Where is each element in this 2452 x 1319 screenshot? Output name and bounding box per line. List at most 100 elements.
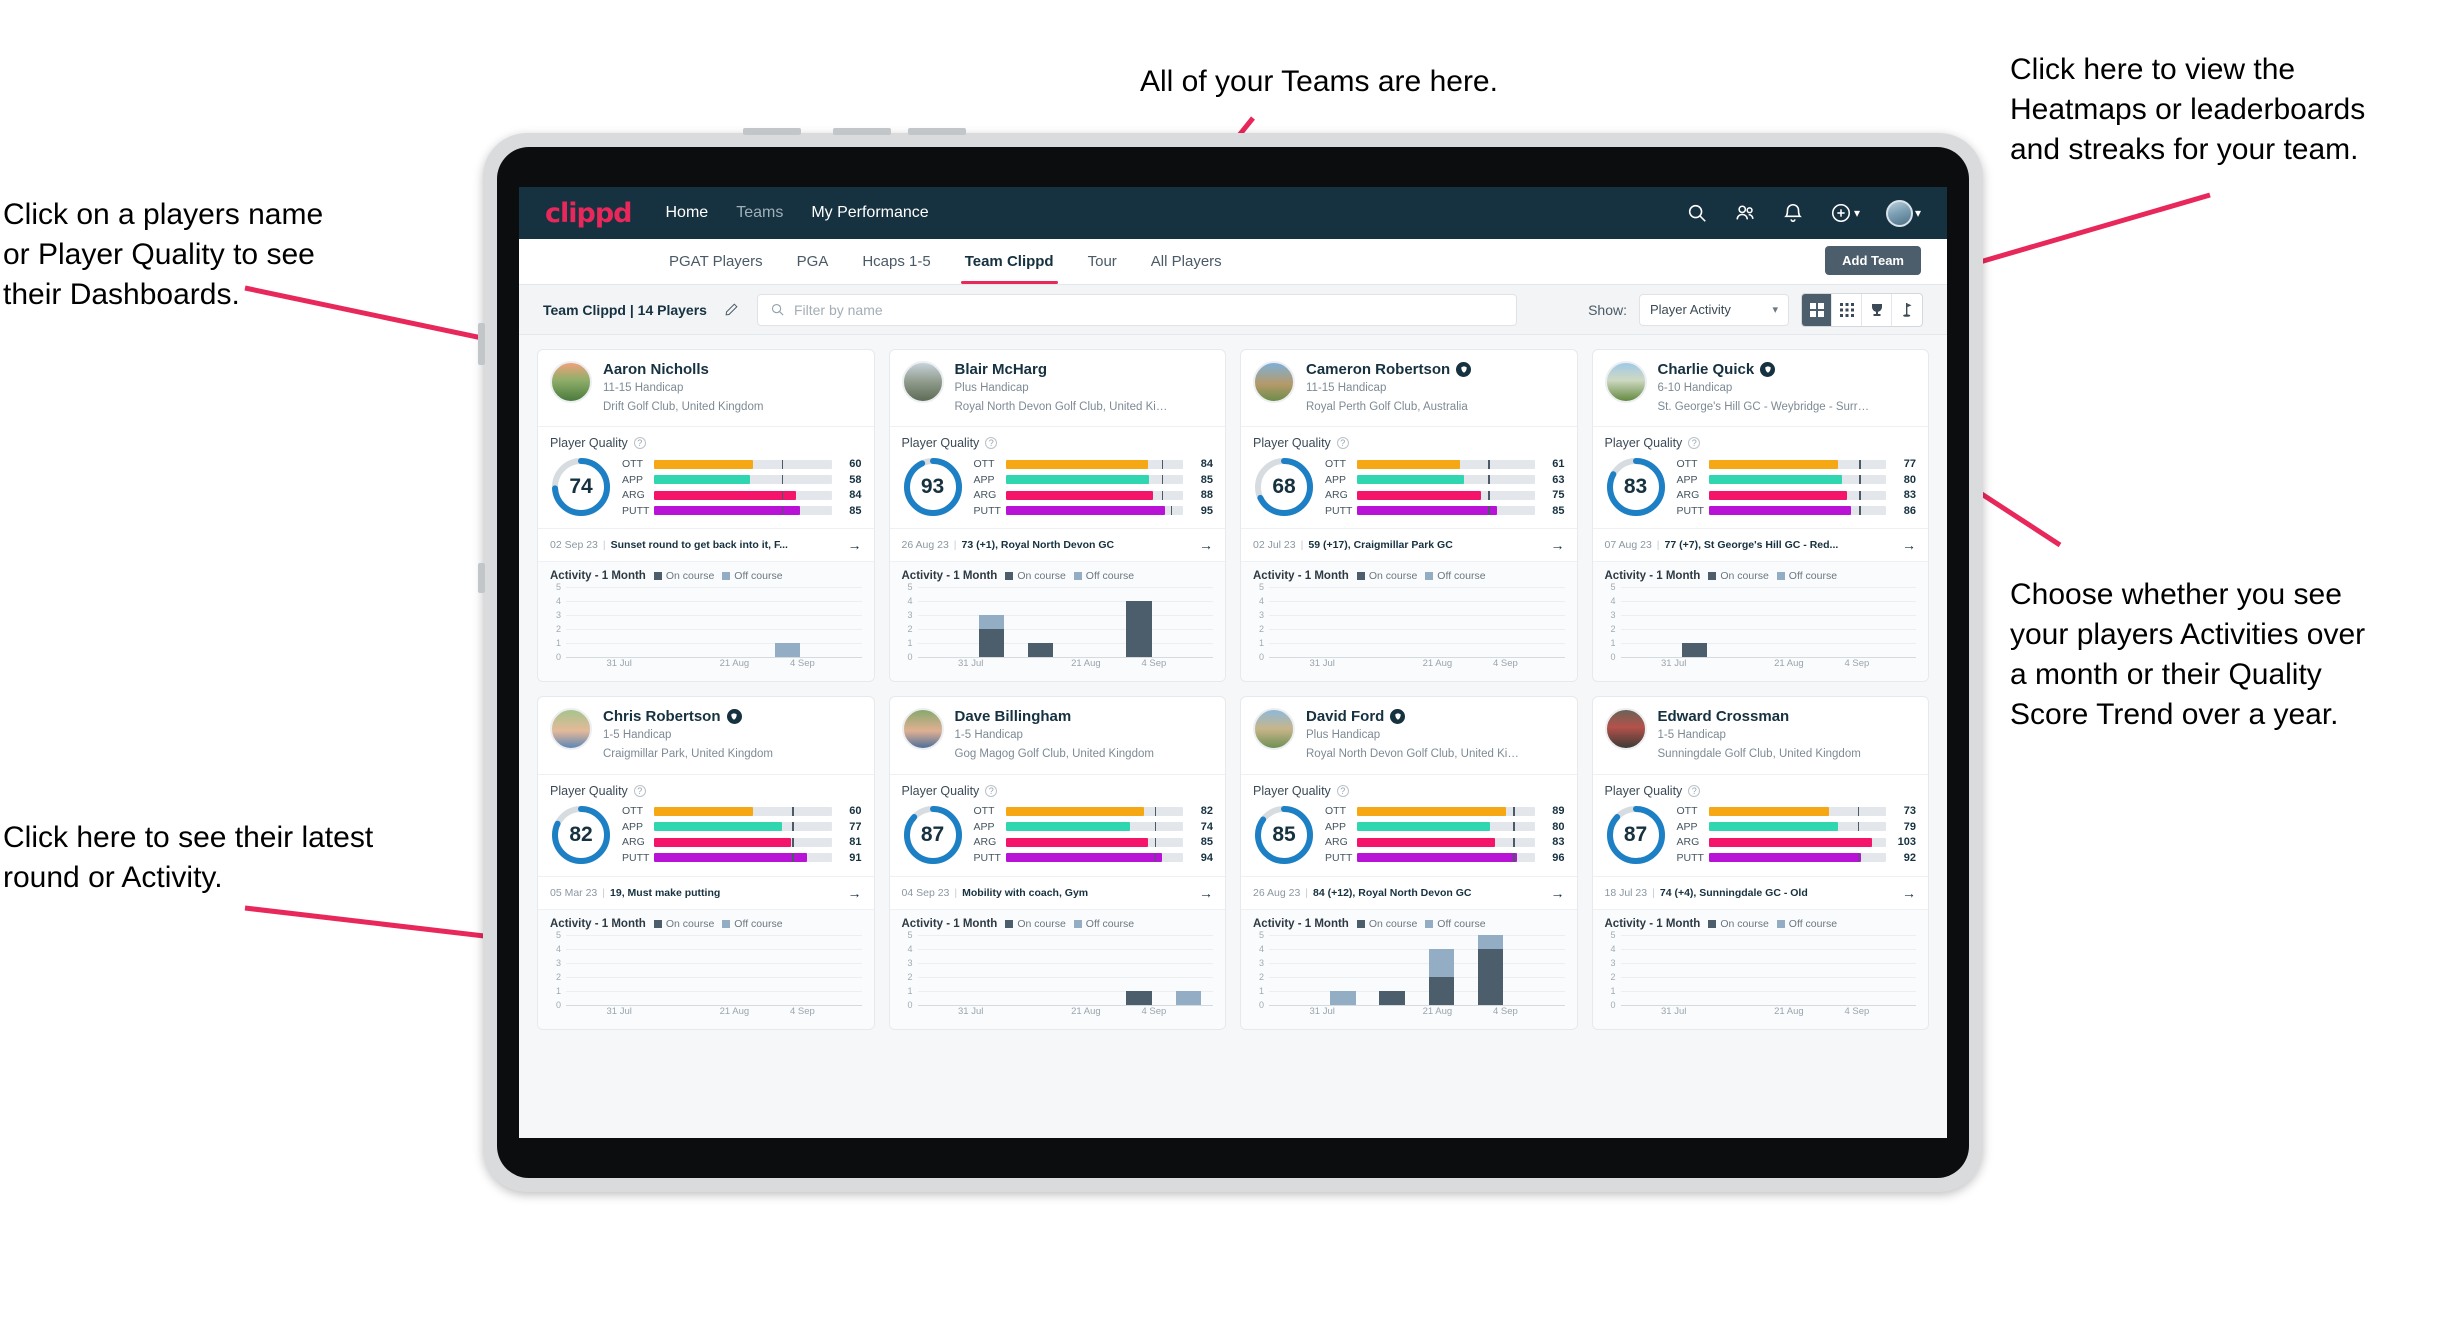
player-name[interactable]: Cameron Robertson [1306,361,1450,378]
player-name[interactable]: Dave Billingham [955,708,1072,725]
pencil-icon[interactable] [719,297,745,323]
player-photo[interactable] [550,361,592,403]
player-quality-section[interactable]: Player Quality? 85 OTT 89 APP 80 ARG 83 PUTT 96 [1241,773,1577,876]
player-name[interactable]: Chris Robertson [603,708,721,725]
player-name-row[interactable]: Aaron Nicholls [603,361,763,378]
player-quality-section[interactable]: Player Quality? 74 OTT 60 APP 58 ARG 84 PUTT 85 [538,426,874,528]
player-photo[interactable] [1604,361,1647,403]
player-photo[interactable] [1253,708,1295,751]
help-icon[interactable]: ? [985,437,998,450]
arrow-right-icon[interactable]: → [842,537,862,553]
latest-round-row[interactable]: 02 Sep 23 | Sunset round to get back into … [538,528,874,561]
player-quality-section[interactable]: Player Quality? 93 OTT 84 APP 85 ARG 88 PUTT 95 [889,426,1225,528]
nav-home[interactable]: Home [666,204,709,222]
show-mode-select[interactable]: Player Activity ▾ [1639,293,1789,326]
player-name[interactable]: David Ford [1306,708,1384,725]
player-quality-donut[interactable]: 74 [550,456,612,518]
search-input[interactable] [793,301,1504,318]
player-card-header[interactable]: Aaron Nicholls 11-15 Handicap Drift Golf C… [538,350,874,426]
player-name-row[interactable]: Chris Robertson [603,708,773,725]
tab-hcaps-1-5[interactable]: Hcaps 1-5 [858,239,934,284]
player-quality-donut[interactable]: 87 [1605,804,1667,866]
latest-round-row[interactable]: 18 Jul 23 | 74 (+4), Sunningdale GC - Old → [1592,875,1928,909]
help-icon[interactable]: ? [1336,784,1349,797]
search-icon[interactable] [1686,202,1708,224]
player-name-row[interactable]: Cameron Robertson [1306,361,1472,378]
bell-icon[interactable] [1782,202,1804,224]
latest-round-row[interactable]: 02 Jul 23 | 59 (+17), Craigmillar Park GC → [1241,528,1577,561]
player-quality-section[interactable]: Player Quality? 87 OTT 82 APP 74 ARG 85 PUTT 94 [889,773,1225,876]
player-card-header[interactable]: Edward Crossman 1-5 Handicap Sunningdale G… [1593,697,1929,773]
latest-round-row[interactable]: 05 Mar 23 | 19, Must make putting → [538,875,874,909]
people-icon[interactable] [1734,202,1756,224]
player-name-row[interactable]: David Ford [1306,708,1521,725]
player-name-row[interactable]: Blair McHarg [955,361,1170,378]
player-photo[interactable] [1253,361,1295,403]
tab-team-clippd[interactable]: Team Clippd [960,239,1058,284]
player-card[interactable]: Edward Crossman 1-5 Handicap Sunningdale G… [1591,696,1929,1030]
player-card-header[interactable]: Blair McHarg Plus Handicap Royal North Dev… [890,350,1226,426]
clippd-logo[interactable]: clippd [545,198,632,229]
player-name[interactable]: Aaron Nicholls [603,361,709,378]
player-name[interactable]: Blair McHarg [955,361,1048,378]
help-icon[interactable]: ? [1688,784,1701,797]
add-menu[interactable]: ▾ [1830,202,1860,224]
grid-dense-icon[interactable] [1832,293,1862,326]
player-card-header[interactable]: Dave Billingham 1-5 Handicap Gog Magog Gol… [890,697,1226,773]
player-quality-donut[interactable]: 83 [1605,456,1667,518]
player-card[interactable]: Aaron Nicholls 11-15 Handicap Drift Golf C… [537,349,875,683]
latest-round-row[interactable]: 26 Aug 23 | 84 (+12), Royal North Devon GC… [1241,875,1577,909]
player-quality-donut[interactable]: 85 [1253,804,1315,866]
arrow-right-icon[interactable]: → [1193,885,1213,901]
trophy-icon[interactable] [1862,293,1892,326]
tab-tour[interactable]: Tour [1084,239,1121,284]
avatar[interactable] [1885,199,1913,227]
player-name-row[interactable]: Edward Crossman [1658,708,1861,725]
latest-round-row[interactable]: 26 Aug 23 | 73 (+1), Royal North Devon GC → [889,528,1225,561]
nav-teams[interactable]: Teams [736,204,783,222]
player-name[interactable]: Edward Crossman [1658,708,1790,725]
nav-my-performance[interactable]: My Performance [811,204,928,222]
search-field[interactable] [756,293,1517,326]
plus-circle-icon[interactable] [1830,202,1852,224]
grid-large-icon[interactable] [1802,293,1832,326]
player-quality-donut[interactable]: 68 [1253,456,1315,518]
player-name-row[interactable]: Charlie Quick [1658,361,1873,378]
player-quality-donut[interactable]: 87 [902,804,964,866]
player-card-header[interactable]: Charlie Quick 6-10 Handicap St. George's H… [1593,350,1929,426]
player-quality-section[interactable]: Player Quality? 68 OTT 61 APP 63 ARG 75 PUTT 85 [1241,426,1577,528]
player-card[interactable]: David Ford Plus Handicap Royal North Devon… [1240,696,1578,1030]
player-card[interactable]: Chris Robertson 1-5 Handicap Craigmillar P… [537,696,875,1030]
arrow-right-icon[interactable]: → [1545,537,1565,553]
arrow-right-icon[interactable]: → [1545,885,1565,901]
latest-round-row[interactable]: 07 Aug 23 | 77 (+7), St George's Hill GC -… [1592,528,1928,561]
player-quality-section[interactable]: Player Quality? 87 OTT 73 APP 79 ARG 103 PUTT 92 [1592,773,1928,876]
help-icon[interactable]: ? [1336,437,1349,450]
help-icon[interactable]: ? [985,784,998,797]
help-icon[interactable]: ? [1688,437,1701,450]
player-quality-section[interactable]: Player Quality? 83 OTT 77 APP 80 ARG 83 PUTT 86 [1592,426,1928,528]
arrow-right-icon[interactable]: → [1896,537,1916,553]
player-photo[interactable] [550,708,592,751]
player-name[interactable]: Charlie Quick [1658,361,1755,378]
player-card-header[interactable]: David Ford Plus Handicap Royal North Devon… [1241,697,1577,773]
help-icon[interactable]: ? [633,437,646,450]
latest-round-row[interactable]: 04 Sep 23 | Mobility with coach, Gym → [889,875,1225,909]
player-photo[interactable] [1604,708,1647,751]
player-photo[interactable] [901,708,944,751]
player-card[interactable]: Blair McHarg Plus Handicap Royal North Dev… [888,349,1226,683]
player-quality-donut[interactable]: 82 [550,804,612,866]
add-team-button[interactable]: Add Team [1825,246,1921,275]
flag-pin-icon[interactable] [1892,294,1922,326]
player-card[interactable]: Cameron Robertson 11-15 Handicap Royal Per… [1240,349,1578,683]
arrow-right-icon[interactable]: → [1193,537,1213,553]
player-card-header[interactable]: Cameron Robertson 11-15 Handicap Royal Per… [1241,350,1577,426]
help-icon[interactable]: ? [633,784,646,797]
player-photo[interactable] [901,361,944,403]
tab-pga[interactable]: PGA [793,239,833,284]
player-quality-donut[interactable]: 93 [902,456,964,518]
player-quality-section[interactable]: Player Quality? 82 OTT 60 APP 77 ARG 81 PUTT 91 [538,773,874,876]
tab-all-players[interactable]: All Players [1147,239,1226,284]
player-name-row[interactable]: Dave Billingham [955,708,1154,725]
arrow-right-icon[interactable]: → [842,885,862,901]
